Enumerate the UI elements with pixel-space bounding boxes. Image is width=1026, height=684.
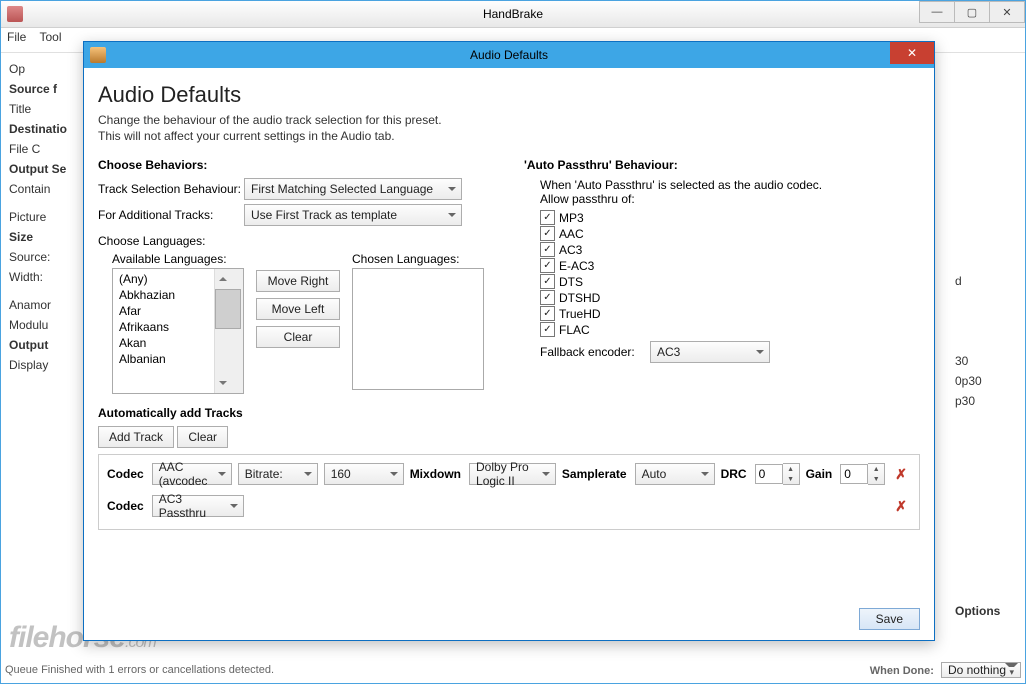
status-bar: Queue Finished with 1 errors or cancella… (5, 661, 1021, 679)
delete-track-1-icon[interactable]: ✗ (891, 466, 911, 483)
chosen-languages-label: Chosen Languages: (352, 252, 484, 266)
move-right-button[interactable]: Move Right (256, 270, 340, 292)
add-track-button[interactable]: Add Track (98, 426, 174, 448)
passthru-allow: Allow passthru of: (540, 192, 920, 206)
additional-tracks-combo[interactable]: Use First Track as template (244, 204, 462, 226)
dialog-close-button[interactable]: ✕ (890, 42, 934, 64)
dialog-titlebar: Audio Defaults ✕ (84, 42, 934, 68)
gain-label: Gain (806, 467, 833, 481)
bg-right-hints: d 30 0p30 p30 Options (955, 271, 1015, 621)
codec-label: Codec (107, 499, 144, 513)
ck-eac3[interactable]: ✓E-AC3 (540, 258, 920, 273)
dialog-title: Audio Defaults (84, 48, 934, 62)
move-left-button[interactable]: Move Left (256, 298, 340, 320)
mixdown-combo[interactable]: Dolby Pro Logic II (469, 463, 556, 485)
ck-ac3[interactable]: ✓AC3 (540, 242, 920, 257)
codec-combo-1[interactable]: AAC (avcodec (152, 463, 232, 485)
fallback-encoder-label: Fallback encoder: (540, 345, 650, 359)
ck-truehd[interactable]: ✓TrueHD (540, 306, 920, 321)
maximize-button[interactable]: ▢ (954, 1, 990, 23)
auto-add-tracks-label: Automatically add Tracks (98, 406, 920, 420)
samplerate-label: Samplerate (562, 467, 627, 481)
close-main-button[interactable]: ✕ (989, 1, 1025, 23)
track-selection-combo[interactable]: First Matching Selected Language (244, 178, 462, 200)
drc-label: DRC (721, 467, 747, 481)
clear-tracks-button[interactable]: Clear (177, 426, 228, 448)
scrollbar[interactable] (214, 269, 243, 393)
gain-spinner[interactable]: ▲▼ (840, 463, 885, 485)
main-window: HandBrake — ▢ ✕ File Tool Op Source f Ti… (0, 0, 1026, 684)
status-text: Queue Finished with 1 errors or cancella… (5, 664, 274, 676)
menu-tools[interactable]: Tool (39, 30, 61, 44)
clear-languages-button[interactable]: Clear (256, 326, 340, 348)
audio-defaults-dialog: Audio Defaults ✕ Audio Defaults Change t… (83, 41, 935, 641)
mixdown-label: Mixdown (410, 467, 461, 481)
codec-combo-2[interactable]: AC3 Passthru (152, 495, 244, 517)
track-selection-label: Track Selection Behaviour: (98, 182, 244, 196)
delete-track-2-icon[interactable]: ✗ (891, 498, 911, 515)
choose-languages-label: Choose Languages: (98, 234, 498, 248)
chosen-languages-list[interactable] (352, 268, 484, 390)
ck-aac[interactable]: ✓AAC (540, 226, 920, 241)
ck-flac[interactable]: ✓FLAC (540, 322, 920, 337)
main-titlebar: HandBrake — ▢ ✕ (1, 1, 1025, 28)
available-languages-list[interactable]: (Any) Abkhazian Afar Afrikaans Akan Alba… (112, 268, 244, 394)
menu-file[interactable]: File (7, 30, 26, 44)
track-row-2: Codec AC3 Passthru ✗ (107, 495, 911, 517)
ck-dtshd[interactable]: ✓DTSHD (540, 290, 920, 305)
track-row-1: Codec AAC (avcodec Bitrate: 160 Mixdown … (107, 463, 911, 485)
when-done-combo[interactable]: Do nothing (941, 662, 1021, 678)
ck-mp3[interactable]: ✓MP3 (540, 210, 920, 225)
bitrate-combo[interactable]: 160 (324, 463, 404, 485)
passthru-note: When 'Auto Passthru' is selected as the … (540, 178, 920, 192)
available-languages-label: Available Languages: (98, 252, 244, 266)
fallback-encoder-combo[interactable]: AC3 (650, 341, 770, 363)
codec-label: Codec (107, 467, 144, 481)
additional-tracks-label: For Additional Tracks: (98, 208, 244, 222)
drc-spinner[interactable]: ▲▼ (755, 463, 800, 485)
dialog-description: Change the behaviour of the audio track … (98, 112, 920, 144)
save-button[interactable]: Save (859, 608, 920, 630)
main-title: HandBrake (1, 7, 1025, 21)
samplerate-combo[interactable]: Auto (635, 463, 715, 485)
bitrate-mode-combo[interactable]: Bitrate: (238, 463, 318, 485)
passthru-heading: 'Auto Passthru' Behaviour: (524, 158, 920, 172)
choose-behaviors-label: Choose Behaviors: (98, 158, 498, 172)
minimize-button[interactable]: — (919, 1, 955, 23)
tracks-panel: Codec AAC (avcodec Bitrate: 160 Mixdown … (98, 454, 920, 530)
ck-dts[interactable]: ✓DTS (540, 274, 920, 289)
when-done-label: When Done: (870, 665, 934, 677)
scrollbar-thumb[interactable] (215, 289, 241, 329)
dialog-heading: Audio Defaults (98, 82, 920, 108)
